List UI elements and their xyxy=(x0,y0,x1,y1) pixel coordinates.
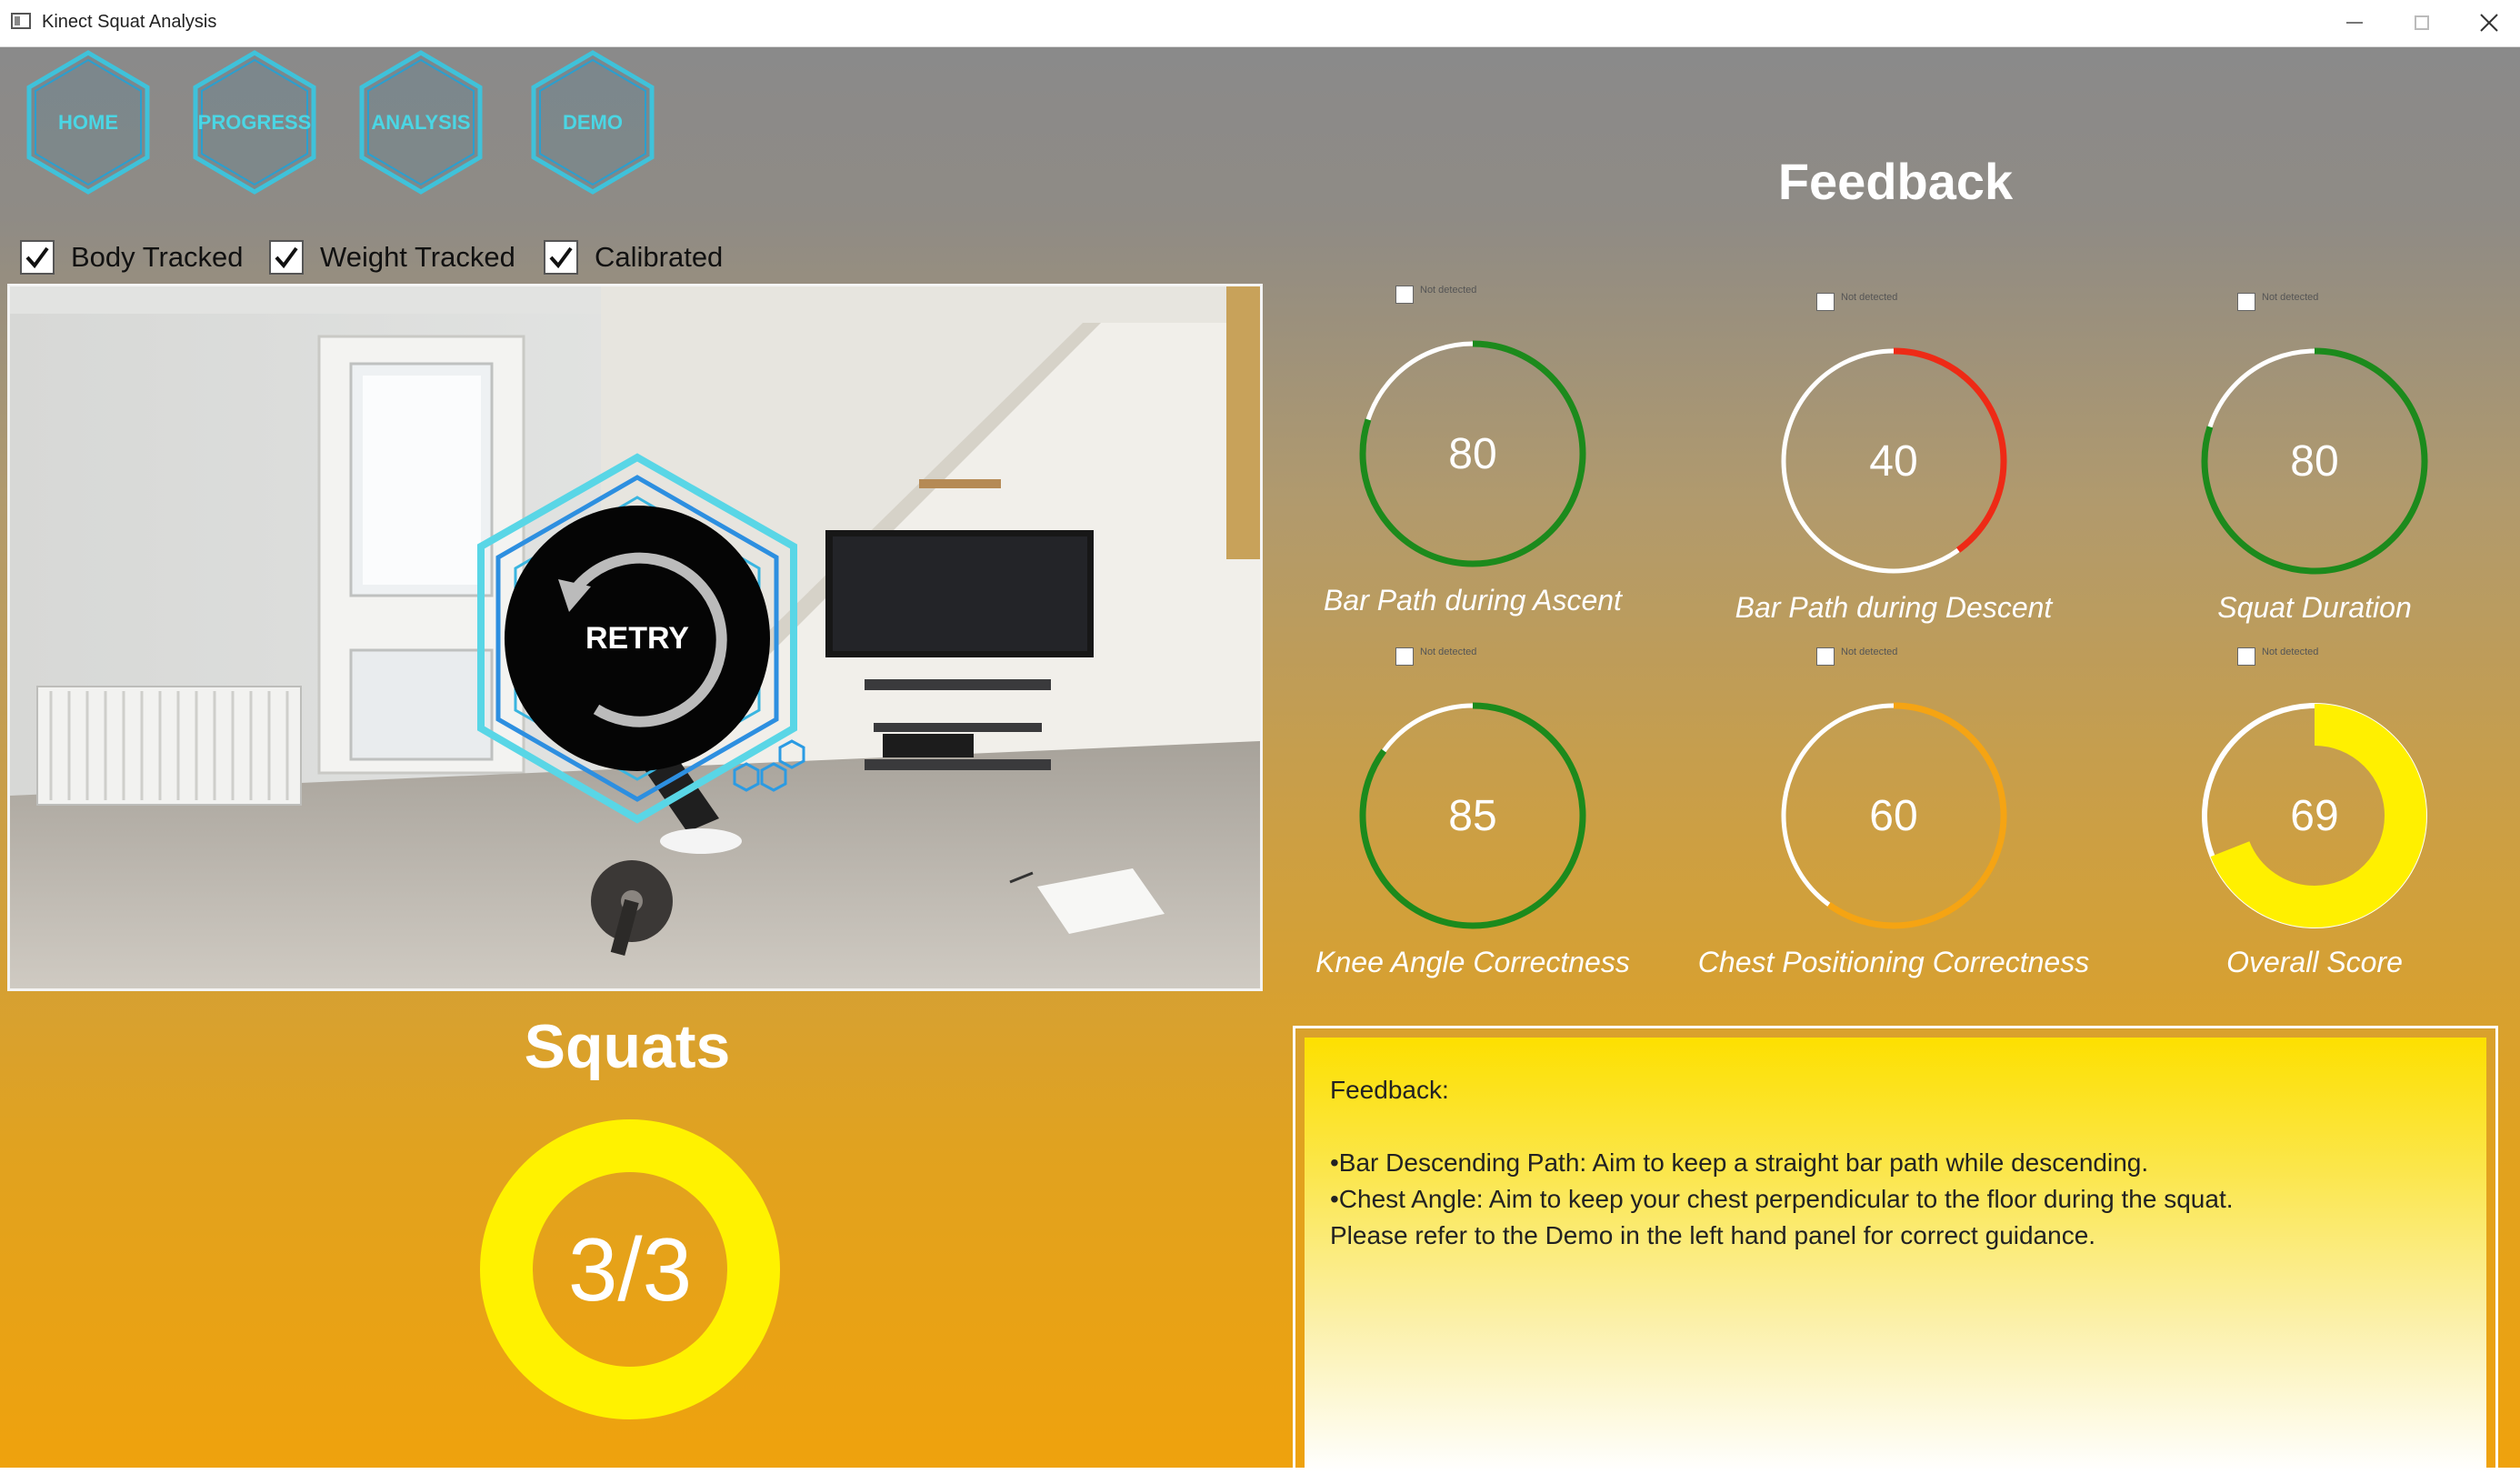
not-detected-check[interactable]: Not detected xyxy=(2237,647,2318,666)
not-detected-check[interactable]: Not detected xyxy=(1816,647,1897,666)
checkbox[interactable] xyxy=(544,240,578,275)
gauge-overall-score: Not detected 69 Overall Score xyxy=(2115,647,2515,1029)
body-tracked-label: Body Tracked xyxy=(71,241,244,273)
body-tracked-check[interactable]: Body Tracked xyxy=(20,240,244,275)
gauge-label: Squat Duration xyxy=(2217,591,2412,624)
retry-label: RETRY xyxy=(585,621,689,656)
calibrated-check[interactable]: Calibrated xyxy=(544,240,723,275)
title-bar: Kinect Squat Analysis xyxy=(0,0,2520,47)
gauge-bar-path-descent: Not detected 40 Bar Path during Descent xyxy=(1694,292,2094,675)
feedback-box: Feedback: •Bar Descending Path: Aim to k… xyxy=(1293,1026,2498,1484)
checkmark-icon xyxy=(549,246,573,269)
nav-demo-button[interactable]: DEMO xyxy=(525,47,661,197)
nav-analysis-button[interactable]: ANALYSIS xyxy=(353,47,489,197)
gauge-label: Chest Positioning Correctness xyxy=(1697,946,2090,978)
feedback-line: •Chest Angle: Aim to keep your chest per… xyxy=(1330,1185,2234,1213)
not-detected-label: Not detected xyxy=(1841,292,1898,303)
feedback-text-area: Feedback: •Bar Descending Path: Aim to k… xyxy=(1305,1038,2486,1472)
not-detected-label: Not detected xyxy=(1420,285,1477,296)
not-detected-checkbox[interactable] xyxy=(1395,647,1414,666)
not-detected-checkbox[interactable] xyxy=(1816,293,1835,311)
gauge-chest-positioning: Not detected 60 Chest Positioning Correctn… xyxy=(1694,647,2094,1029)
gauge-squat-duration: Not detected 80 Squat Duration xyxy=(2115,292,2515,675)
gauge-knee-angle: Not detected 85 Knee Angle Correctness xyxy=(1273,647,1673,1029)
gauge-label: Bar Path during Ascent xyxy=(1324,584,1622,617)
nav-home-label: HOME xyxy=(58,110,118,134)
not-detected-check[interactable]: Not detected xyxy=(1395,647,1476,666)
gauge-value: 80 xyxy=(2290,436,2339,486)
nav-progress-label: PROGRESS xyxy=(197,110,312,134)
not-detected-label: Not detected xyxy=(2262,292,2319,303)
checkmark-icon xyxy=(275,246,298,269)
gauge-label: Knee Angle Correctness xyxy=(1315,946,1630,978)
checkbox[interactable] xyxy=(269,240,304,275)
close-button[interactable] xyxy=(2462,5,2516,40)
nav-analysis-label: ANALYSIS xyxy=(371,110,471,134)
not-detected-checkbox[interactable] xyxy=(1395,286,1414,304)
gauge-value: 60 xyxy=(1869,791,1918,840)
app-icon xyxy=(11,13,31,29)
gauge-label: Overall Score xyxy=(2226,946,2403,978)
camera-feed: RETRY xyxy=(7,284,1263,991)
feedback-line: •Bar Descending Path: Aim to keep a stra… xyxy=(1330,1148,2149,1177)
not-detected-checkbox[interactable] xyxy=(1816,647,1835,666)
feedback-heading: Feedback: xyxy=(1330,1076,1449,1104)
not-detected-label: Not detected xyxy=(1841,647,1898,657)
checkmark-icon xyxy=(25,246,49,269)
nav-demo-label: DEMO xyxy=(563,110,623,134)
gauge-label: Bar Path during Descent xyxy=(1735,591,2053,624)
calibrated-label: Calibrated xyxy=(595,241,724,273)
not-detected-check[interactable]: Not detected xyxy=(1816,292,1898,311)
window-title: Kinect Squat Analysis xyxy=(42,12,217,32)
not-detected-checkbox[interactable] xyxy=(2237,647,2255,666)
weight-tracked-label: Weight Tracked xyxy=(320,241,515,273)
minimize-icon xyxy=(2346,22,2363,24)
gauge-value: 85 xyxy=(1448,791,1497,840)
gauge-bar-path-ascent: Not detected 80 Bar Path during Ascent xyxy=(1273,285,1673,667)
not-detected-label: Not detected xyxy=(1420,647,1477,657)
minimize-button[interactable] xyxy=(2327,5,2382,40)
nav-home-button[interactable]: HOME xyxy=(20,47,156,197)
feedback-title: Feedback xyxy=(1777,153,2014,210)
weight-tracked-check[interactable]: Weight Tracked xyxy=(269,240,515,275)
nav-progress-button[interactable]: PROGRESS xyxy=(186,47,323,197)
not-detected-check[interactable]: Not detected xyxy=(2237,292,2319,311)
close-icon xyxy=(2480,14,2498,32)
maximize-button[interactable] xyxy=(2395,5,2449,40)
main-area: HOME PROGRESS ANALYSIS DEMO Body Tracked… xyxy=(0,47,2520,1484)
not-detected-check[interactable]: Not detected xyxy=(1395,285,1477,304)
gauge-value: 80 xyxy=(1448,429,1497,478)
gauge-value: 40 xyxy=(1869,436,1918,486)
squats-title: Squats xyxy=(524,1012,731,1081)
feedback-line: Please refer to the Demo in the left han… xyxy=(1330,1221,2096,1249)
retry-button[interactable]: RETRY xyxy=(469,450,805,827)
squat-count: 3/3 xyxy=(567,1218,693,1319)
not-detected-label: Not detected xyxy=(2262,647,2319,657)
checkbox[interactable] xyxy=(20,240,55,275)
not-detected-checkbox[interactable] xyxy=(2237,293,2255,311)
gauge-value: 69 xyxy=(2290,791,2339,840)
maximize-icon xyxy=(2415,15,2429,30)
